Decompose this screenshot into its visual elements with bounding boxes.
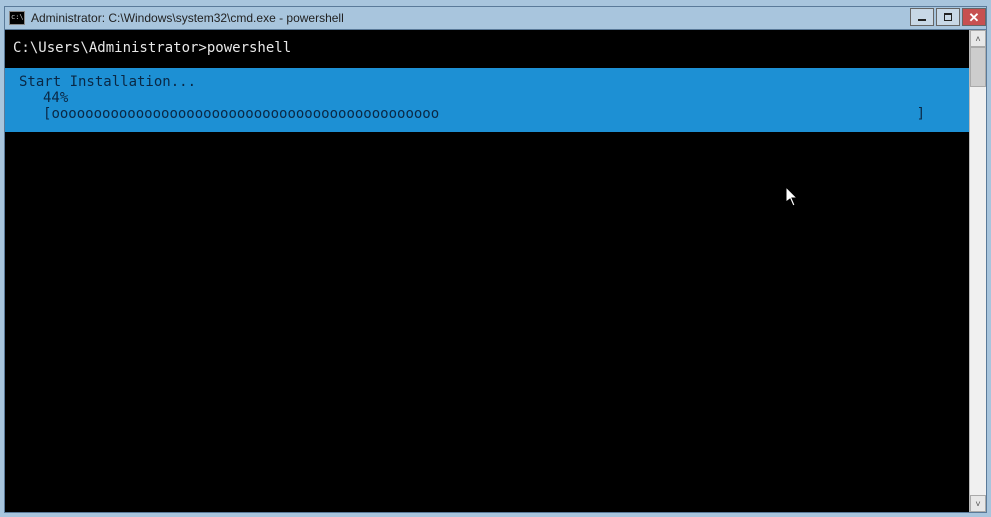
minimize-icon	[918, 19, 926, 21]
scroll-up-button[interactable]: ˄	[970, 30, 986, 47]
progress-bar: [ oooooooooooooooooooooooooooooooooooooo…	[13, 106, 961, 126]
content-area: C:\Users\Administrator>powershell Start …	[5, 29, 986, 512]
vertical-scrollbar[interactable]: ˄ ˅	[969, 30, 986, 512]
progress-title: Start Installation...	[13, 72, 961, 90]
window-controls: ✕	[908, 8, 986, 28]
cmd-window: Administrator: C:\Windows\system32\cmd.e…	[4, 6, 987, 513]
cmd-icon	[9, 11, 25, 25]
progress-bar-close: ]	[917, 106, 955, 122]
scroll-track[interactable]	[970, 47, 986, 495]
progress-block: Start Installation... 44% [ oooooooooooo…	[5, 68, 969, 132]
scroll-down-button[interactable]: ˅	[970, 495, 986, 512]
close-icon: ✕	[969, 11, 980, 24]
minimize-button[interactable]	[910, 8, 934, 26]
progress-bar-open: [	[43, 106, 51, 122]
progress-bar-fill: oooooooooooooooooooooooooooooooooooooooo…	[51, 106, 439, 122]
scroll-thumb[interactable]	[970, 47, 986, 87]
prompt-line: C:\Users\Administrator>powershell	[5, 30, 969, 60]
progress-percent: 44%	[13, 90, 961, 106]
terminal[interactable]: C:\Users\Administrator>powershell Start …	[5, 30, 969, 512]
progress-bar-empty	[439, 106, 916, 122]
maximize-button[interactable]	[936, 8, 960, 26]
close-button[interactable]: ✕	[962, 8, 986, 26]
window-title: Administrator: C:\Windows\system32\cmd.e…	[31, 11, 908, 25]
titlebar[interactable]: Administrator: C:\Windows\system32\cmd.e…	[5, 7, 986, 29]
maximize-icon	[944, 13, 952, 21]
